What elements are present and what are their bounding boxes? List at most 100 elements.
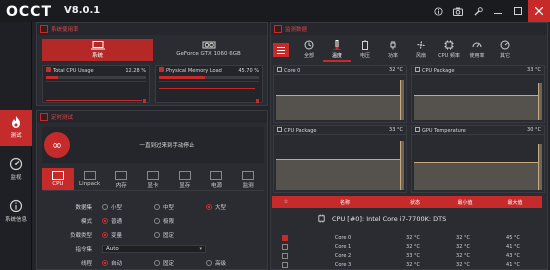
radio-large[interactable]: 大型	[206, 203, 258, 211]
maximize-icon[interactable]	[508, 0, 528, 22]
sensor-icon	[415, 66, 420, 72]
table-row[interactable]: Core 1 32 °C 32 °C 41 °C	[272, 242, 542, 251]
left-nav: 测试 监视 系统信息	[0, 22, 32, 270]
meter-fill	[159, 76, 205, 79]
system-usage-panel: 系统使用率 系统 GeForce GTX 1060 6GB Total CPU …	[36, 22, 268, 106]
tab-memory[interactable]: 内存	[105, 168, 137, 190]
monitor-icon	[40, 25, 48, 33]
tab-vram[interactable]: 显存	[169, 168, 201, 190]
battery-icon	[362, 40, 368, 50]
radio-fixed-threads[interactable]: 固定	[154, 259, 206, 267]
option-instruction-set: 指令集 Auto ▾	[42, 244, 300, 254]
minimize-icon[interactable]	[488, 0, 508, 22]
radio-auto[interactable]: 自动	[102, 259, 154, 267]
app-version: V8.0.1	[64, 5, 101, 16]
logo-text: OCCT	[6, 4, 52, 18]
sensor-group-title[interactable]: CPU [#0]: Intel Core i7-7700K: DTS	[272, 212, 542, 226]
camera-icon[interactable]	[448, 0, 468, 22]
panel-header: 定时测试	[37, 111, 267, 123]
tab-power[interactable]: 电源	[201, 168, 233, 190]
radio-extreme[interactable]: 极限	[154, 217, 206, 225]
tab-other[interactable]: 其它	[491, 38, 519, 62]
timed-test-panel: 定时测试 ∞ 一直到过来到手动停止 CPU Linpack 内存 显卡 显存 电…	[36, 110, 268, 270]
info-icon[interactable]	[428, 0, 448, 22]
meter-value: 12.28 %	[125, 67, 146, 74]
meter-graph	[159, 81, 259, 103]
graph-cpu-package-2: CPU Package 33 °C	[273, 125, 407, 193]
schedule-box[interactable]: ∞ 一直到过来到手动停止	[42, 127, 264, 163]
tab-power[interactable]: 功率	[379, 38, 407, 62]
nav-item-sysinfo[interactable]: 系统信息	[0, 194, 32, 230]
tab-voltage[interactable]: 电压	[351, 38, 379, 62]
power-icon	[210, 171, 223, 180]
plug-icon	[390, 41, 396, 50]
meter-graph	[46, 81, 146, 103]
radio-small[interactable]: 小型	[102, 203, 154, 211]
meter-icon	[46, 67, 51, 72]
tab-usage[interactable]: 使用率	[463, 38, 491, 62]
close-icon[interactable]	[528, 0, 550, 22]
menu-icon[interactable]	[273, 43, 289, 57]
system-usage-tabs: 系统 GeForce GTX 1060 6GB	[42, 39, 264, 61]
radio-variable[interactable]: 变量	[102, 231, 154, 239]
meter-icon	[159, 67, 164, 72]
table-row[interactable]: Core 0 32 °C 32 °C 45 °C	[272, 233, 542, 242]
meter-fill	[46, 76, 59, 79]
tab-system[interactable]: 系统	[42, 39, 153, 61]
nav-item-test[interactable]: 测试	[0, 110, 32, 146]
thermometer-icon	[333, 40, 341, 50]
panel-title: 系统使用率	[51, 27, 79, 33]
tab-temperature[interactable]: 温度	[323, 38, 351, 62]
gauge-icon	[472, 42, 482, 48]
occt-logo: OCCT	[5, 4, 60, 18]
table-row[interactable]: Core 2 33 °C 32 °C 43 °C	[272, 251, 542, 260]
dial-icon	[500, 40, 510, 50]
nav-label: 监视	[10, 175, 22, 181]
tab-monitor[interactable]: 监测	[232, 168, 264, 190]
graph-plot	[276, 136, 404, 190]
sensor-icon	[277, 126, 282, 132]
checkbox[interactable]	[282, 261, 288, 268]
wrench-icon[interactable]	[468, 0, 488, 22]
meter-label: Total CPU Usage	[53, 68, 94, 74]
tab-cpu-frequency[interactable]: CPU 频率	[435, 38, 463, 62]
fan-icon	[417, 41, 425, 49]
meter-label: Physical Memory Load	[166, 68, 222, 74]
infinity-icon[interactable]: ∞	[44, 132, 70, 158]
linpack-icon	[83, 171, 96, 180]
radio-fixed[interactable]: 固定	[154, 231, 206, 239]
meter-value: 45.70 %	[238, 67, 259, 74]
star-icon[interactable]: ☆	[272, 199, 300, 205]
tab-cpu[interactable]: CPU	[42, 168, 74, 190]
gpu-icon	[147, 171, 160, 180]
info-circle-icon	[9, 199, 23, 213]
instruction-set-select[interactable]: Auto ▾	[102, 245, 206, 253]
option-dataset: 数据集 小型 中型 大型	[42, 202, 300, 212]
chip-icon	[444, 40, 454, 50]
checkbox[interactable]	[282, 234, 288, 241]
graph-cpu-package: CPU Package 33 °C	[411, 65, 545, 123]
nav-item-monitor[interactable]: 监视	[0, 152, 32, 188]
tab-fans[interactable]: 风扇	[407, 38, 435, 62]
chart-icon	[274, 25, 282, 33]
table-row[interactable]: Core 3 32 °C 32 °C 41 °C	[272, 260, 542, 269]
graph-plot	[276, 76, 404, 120]
radio-normal[interactable]: 普通	[102, 217, 154, 225]
panel-title: 定时测试	[51, 115, 74, 121]
checkbox[interactable]	[282, 252, 288, 259]
checkbox[interactable]	[282, 243, 288, 250]
tab-gpu[interactable]: 显卡	[137, 168, 169, 190]
chevron-down-icon: ▾	[199, 246, 202, 252]
tab-all[interactable]: 全部	[295, 38, 323, 62]
panel-header: 监测数据	[271, 23, 547, 35]
title-bar: OCCT V8.0.1	[0, 0, 550, 22]
sensor-icon	[415, 126, 420, 132]
radio-medium[interactable]: 中型	[154, 203, 206, 211]
cpu-usage-meter: Total CPU Usage 12.28 %	[42, 65, 150, 103]
tab-linpack[interactable]: Linpack	[74, 168, 106, 190]
memory-icon	[115, 171, 128, 180]
radio-advanced[interactable]: 高级	[206, 259, 258, 267]
monitoring-toolbar: 全部 温度 电压 功率 风扇 CPU 频率 使用率 其它	[273, 37, 541, 63]
tab-gpu[interactable]: GeForce GTX 1060 6GB	[153, 39, 264, 61]
panel-header: 系统使用率	[37, 23, 267, 35]
